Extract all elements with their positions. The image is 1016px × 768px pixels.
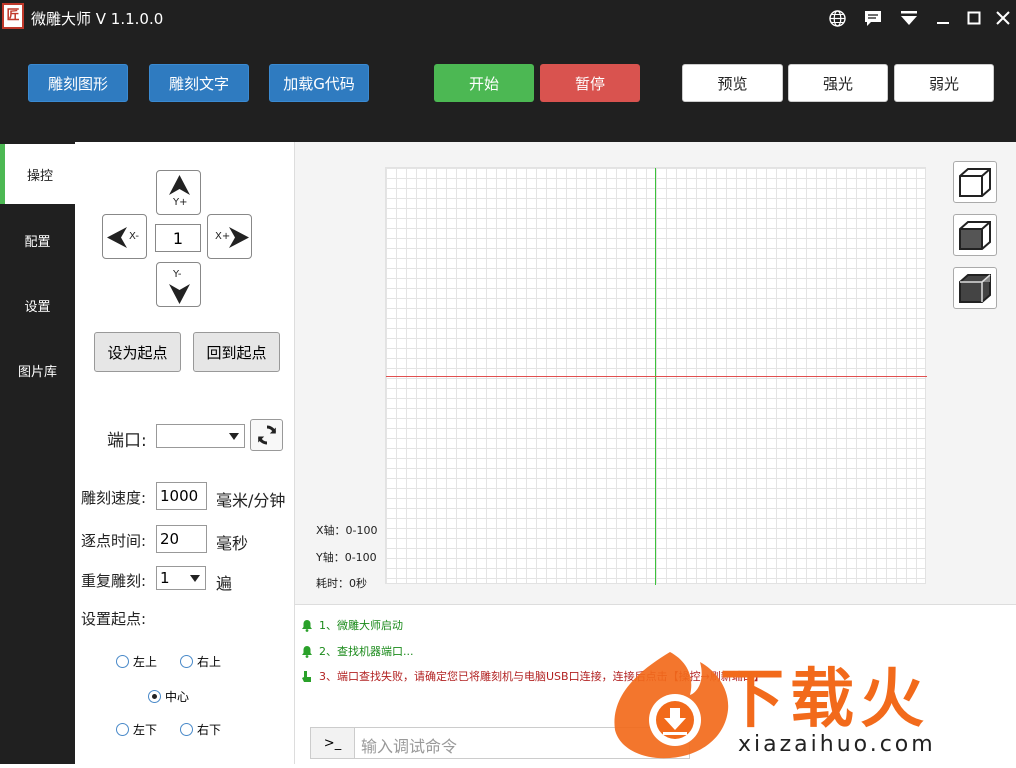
- log-text: 2、查找机器端口...: [319, 645, 414, 658]
- start-point-label: 设置起点:: [81, 610, 147, 628]
- dwell-input[interactable]: 20: [156, 525, 207, 553]
- view-wireframe-button[interactable]: [953, 161, 997, 203]
- cube-wireframe-icon: [959, 168, 991, 197]
- repeat-value: 1: [160, 569, 170, 587]
- x-minus-label: X-: [129, 231, 139, 242]
- view-shaded-button[interactable]: [953, 214, 997, 256]
- start-button[interactable]: 开始: [434, 64, 534, 102]
- y-range-readout: Y轴：0-100: [316, 551, 377, 564]
- dropdown-menu-icon[interactable]: [899, 8, 919, 28]
- arrow-up-icon: [169, 175, 190, 195]
- radio-top-left[interactable]: 左上: [116, 653, 157, 670]
- set-origin-button[interactable]: 设为起点: [94, 332, 181, 372]
- chevron-down-icon: [229, 433, 239, 440]
- workspace-canvas-area: X轴：0-100 Y轴：0-100 耗时：0秒: [295, 142, 1016, 604]
- close-icon[interactable]: [993, 8, 1013, 28]
- port-label: 端口:: [107, 431, 147, 451]
- feedback-message-icon[interactable]: [863, 8, 883, 28]
- x-axis-line: [386, 376, 927, 377]
- pause-button[interactable]: 暂停: [540, 64, 640, 102]
- radio-label: 左上: [133, 655, 158, 669]
- title-bar: 匠 微雕大师 V 1.1.0.0: [0, 0, 1016, 36]
- main-toolbar: 雕刻图形 雕刻文字 加载G代码 开始 暂停 预览 强光 弱光: [0, 36, 1016, 142]
- radio-circle-selected: [148, 690, 161, 703]
- log-text: 1、微雕大师启动: [319, 619, 403, 632]
- radio-center[interactable]: 中心: [148, 688, 189, 705]
- refresh-port-button[interactable]: [250, 419, 283, 451]
- engrave-text-button[interactable]: 雕刻文字: [149, 64, 249, 102]
- radio-top-right[interactable]: 右上: [180, 653, 221, 670]
- cube-solid-icon: [959, 274, 991, 303]
- minimize-icon[interactable]: [933, 8, 953, 28]
- sidebar-item-config[interactable]: 配置: [0, 210, 75, 270]
- sidebar-item-settings[interactable]: 设置: [0, 275, 75, 335]
- jog-y-minus-button[interactable]: Y-: [156, 262, 201, 307]
- jog-x-minus-button[interactable]: X-: [102, 214, 147, 259]
- speed-unit: 毫米/分钟: [216, 491, 286, 510]
- pointer-hand-icon: [302, 670, 311, 682]
- x-plus-label: X+: [215, 231, 231, 242]
- watermark-url: xiazaihuo.com: [738, 732, 936, 757]
- radio-label: 左下: [133, 723, 158, 737]
- speed-label: 雕刻速度:: [81, 489, 147, 507]
- y-plus-label: Y+: [173, 197, 188, 208]
- speed-input[interactable]: 1000: [156, 482, 207, 510]
- radio-label: 右下: [197, 723, 222, 737]
- x-range-readout: X轴：0-100: [316, 524, 378, 537]
- bell-icon: [302, 619, 312, 632]
- radio-label: 右上: [197, 655, 222, 669]
- radio-circle: [180, 655, 193, 668]
- log-entry: 2、查找机器端口...: [301, 643, 414, 659]
- jog-x-plus-button[interactable]: X+: [207, 214, 252, 259]
- repeat-label: 重复雕刻:: [81, 572, 147, 590]
- radio-circle: [116, 655, 129, 668]
- language-globe-icon[interactable]: [827, 8, 847, 28]
- repeat-unit: 遍: [216, 574, 233, 593]
- arrow-left-icon: [107, 227, 127, 248]
- radio-label: 中心: [165, 690, 190, 704]
- sidebar-item-gallery[interactable]: 图片库: [0, 340, 75, 400]
- log-entry: 1、微雕大师启动: [301, 617, 403, 633]
- radio-circle: [180, 723, 193, 736]
- view-solid-button[interactable]: [953, 267, 997, 309]
- sidebar: 操控 配置 设置 图片库: [0, 142, 75, 764]
- y-minus-label: Y-: [173, 269, 182, 280]
- sidebar-item-control[interactable]: 操控: [0, 144, 75, 204]
- cube-shaded-icon: [959, 221, 991, 250]
- dwell-label: 逐点时间:: [81, 532, 147, 550]
- control-panel: Y+ X- 1 X+ Y- 设为起点 回到起点 端口: 雕刻速度: 1000 毫…: [75, 142, 295, 764]
- radio-circle: [116, 723, 129, 736]
- radio-bottom-right[interactable]: 右下: [180, 721, 221, 738]
- maximize-icon[interactable]: [964, 8, 984, 28]
- bell-icon: [302, 645, 312, 658]
- terminal-prompt-icon: >_: [311, 728, 355, 758]
- jog-y-plus-button[interactable]: Y+: [156, 170, 201, 215]
- jog-step-input[interactable]: 1: [155, 224, 201, 252]
- elapsed-time-readout: 耗时：0秒: [316, 577, 367, 590]
- app-logo: 匠: [2, 3, 24, 29]
- watermark-logo: 下载火 xiazaihuo.com: [600, 640, 1016, 764]
- return-origin-button[interactable]: 回到起点: [193, 332, 280, 372]
- preview-button[interactable]: 预览: [682, 64, 783, 102]
- port-select[interactable]: [156, 424, 245, 448]
- refresh-icon: [257, 425, 276, 445]
- command-input[interactable]: 输入调试命令: [361, 733, 457, 757]
- dwell-unit: 毫秒: [216, 534, 249, 553]
- strong-light-button[interactable]: 强光: [788, 64, 888, 102]
- weak-light-button[interactable]: 弱光: [894, 64, 994, 102]
- watermark-brand: 下载火: [720, 663, 930, 737]
- app-title: 微雕大师 V 1.1.0.0: [31, 10, 164, 28]
- load-gcode-button[interactable]: 加载G代码: [269, 64, 369, 102]
- work-grid[interactable]: [385, 167, 927, 585]
- repeat-select[interactable]: 1: [156, 566, 206, 590]
- chevron-down-icon: [190, 575, 200, 582]
- radio-bottom-left[interactable]: 左下: [116, 721, 157, 738]
- engrave-image-button[interactable]: 雕刻图形: [28, 64, 128, 102]
